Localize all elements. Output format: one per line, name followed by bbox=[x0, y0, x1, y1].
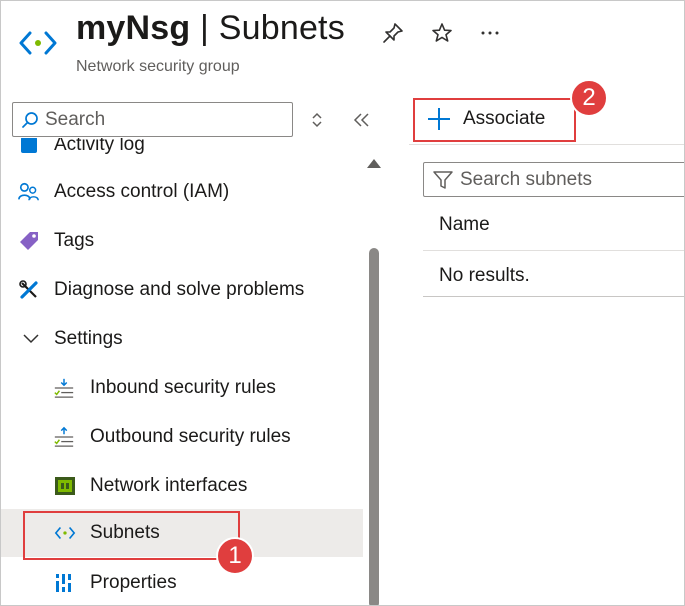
sidebar-group-settings[interactable]: Settings bbox=[1, 315, 363, 363]
subnet-search-input[interactable] bbox=[460, 168, 680, 191]
people-icon bbox=[18, 181, 40, 203]
sidebar-item-outbound-rules[interactable]: Outbound security rules bbox=[1, 413, 363, 461]
resource-name: myNsg bbox=[76, 9, 191, 47]
more-options-icon[interactable] bbox=[478, 21, 502, 45]
sidebar-group-label: Settings bbox=[54, 328, 123, 349]
sidebar-item-tags[interactable]: Tags bbox=[1, 217, 363, 265]
search-icon bbox=[22, 111, 38, 128]
collapse-sidebar-icon[interactable] bbox=[351, 109, 373, 131]
sidebar-item-properties[interactable]: Properties bbox=[1, 559, 363, 605]
subnet-filter-box[interactable] bbox=[423, 162, 684, 197]
inbound-rules-icon bbox=[53, 377, 75, 399]
filter-icon bbox=[433, 170, 453, 189]
sidebar-search-box[interactable] bbox=[12, 102, 293, 137]
star-icon[interactable] bbox=[430, 21, 454, 45]
column-header-name[interactable]: Name bbox=[439, 214, 490, 236]
sidebar-item-label: Tags bbox=[54, 230, 95, 251]
sidebar-scrollbar-thumb[interactable] bbox=[369, 248, 379, 605]
page-frame: myNsg | Subnets Network security group A… bbox=[0, 0, 685, 606]
wrench-icon bbox=[18, 279, 40, 301]
sidebar-search-input[interactable] bbox=[45, 108, 265, 131]
sidebar-item-label: Properties bbox=[90, 572, 177, 593]
resource-type-subtitle: Network security group bbox=[76, 58, 240, 75]
callout-highlight-subnets bbox=[23, 511, 240, 560]
activity-log-icon bbox=[18, 138, 40, 156]
blade-name: Subnets bbox=[218, 9, 345, 47]
sort-toggle-icon[interactable] bbox=[306, 109, 328, 131]
callout-highlight-associate bbox=[413, 98, 576, 142]
step-badge-2: 2 bbox=[570, 79, 608, 117]
header-divider bbox=[423, 250, 684, 251]
pin-icon[interactable] bbox=[381, 21, 405, 45]
sidebar-item-label: Outbound security rules bbox=[90, 426, 291, 447]
network-interface-icon bbox=[54, 475, 76, 497]
chevron-down-icon bbox=[20, 328, 42, 350]
empty-results-message: No results. bbox=[439, 265, 530, 286]
scroll-up-arrow-icon[interactable] bbox=[367, 159, 381, 168]
sidebar-item-activity-log[interactable]: Activity log bbox=[1, 138, 363, 169]
sidebar-item-diagnose[interactable]: Diagnose and solve problems bbox=[1, 266, 363, 314]
properties-icon bbox=[54, 572, 76, 594]
sidebar-item-label: Inbound security rules bbox=[90, 377, 276, 398]
sidebar-item-inbound-rules[interactable]: Inbound security rules bbox=[1, 364, 363, 412]
sidebar-item-label: Diagnose and solve problems bbox=[54, 279, 305, 300]
title-separator: | bbox=[200, 9, 210, 47]
sidebar-item-access-control[interactable]: Access control (IAM) bbox=[1, 168, 363, 216]
outbound-rules-icon bbox=[53, 426, 75, 448]
sidebar-item-label: Access control (IAM) bbox=[54, 181, 230, 202]
sidebar-item-network-interfaces[interactable]: Network interfaces bbox=[1, 462, 363, 510]
sidebar-item-label: Network interfaces bbox=[90, 475, 248, 496]
toolbar-divider bbox=[409, 144, 684, 145]
table-bottom-divider bbox=[423, 296, 684, 297]
step-badge-1: 1 bbox=[216, 537, 254, 575]
tag-icon bbox=[18, 230, 40, 252]
page-title: myNsg | Subnets bbox=[76, 9, 345, 48]
subnet-resource-icon bbox=[19, 31, 57, 55]
sidebar-item-label: Activity log bbox=[54, 138, 145, 155]
